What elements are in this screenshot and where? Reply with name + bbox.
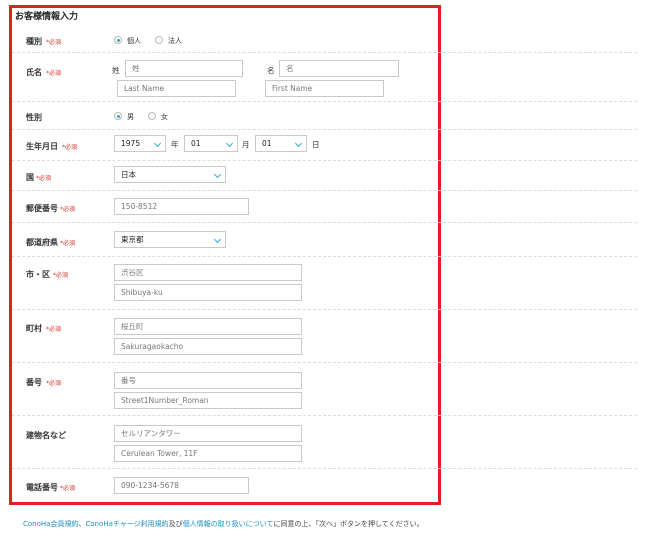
chevron-down-icon [294, 139, 303, 148]
country-value: 日本 [121, 170, 136, 179]
required-mark: *必須 [60, 240, 76, 247]
building-label: 建物名など [26, 431, 66, 440]
row-country: 国 *必須 日本 [12, 161, 637, 191]
chevron-down-icon [213, 170, 222, 179]
link-member-terms[interactable]: ConoHa会員規約 [23, 520, 78, 528]
town-input[interactable]: 桜丘町 [114, 318, 302, 335]
row-postal: 郵便番号 *必須 150-8512 [12, 191, 637, 223]
required-mark: *必須 [46, 70, 62, 77]
mei-input[interactable]: 名 [279, 60, 399, 77]
last-name-input[interactable]: Last Name [117, 80, 236, 97]
birth-year-value: 1975 [121, 139, 141, 148]
type-label: 種別 [26, 37, 42, 46]
radio-individual-label: 個人 [127, 37, 141, 45]
chevron-down-icon [213, 235, 222, 244]
required-mark: *必須 [46, 380, 62, 387]
row-town: 町村 *必須 桜丘町 Sakuragaokacho [12, 310, 637, 363]
row-gender: 性別 男 女 [12, 102, 637, 130]
section-title: お客様情報入力 [15, 12, 79, 22]
required-mark: *必須 [60, 485, 76, 492]
row-type: 種別 *必須 個人 法人 [12, 26, 637, 53]
terms-agreement-text: ConoHa会員規約、ConoHaチャージ利用規約及び個人情報の取り扱いについて… [23, 519, 424, 529]
chevron-down-icon [153, 139, 162, 148]
radio-male-label: 男 [127, 113, 134, 121]
city-label: 市・区 [26, 270, 50, 279]
prefecture-label: 都道府県 [26, 238, 58, 247]
radio-individual[interactable] [114, 36, 122, 44]
radio-female[interactable] [148, 112, 156, 120]
day-unit: 日 [312, 140, 320, 149]
required-mark: *必須 [46, 39, 62, 46]
radio-corporate[interactable] [155, 36, 163, 44]
row-prefecture: 都道府県 *必須 東京都 [12, 223, 637, 257]
row-building: 建物名など セルリアンタワー Cerulean Tower, 11F [12, 416, 637, 469]
city-input[interactable]: 渋谷区 [114, 264, 302, 281]
street-input[interactable]: 番号 [114, 372, 302, 389]
month-unit: 月 [242, 140, 250, 149]
terms-instruction: に同意の上、「次へ」ボタンを押してください。 [273, 520, 424, 528]
chevron-down-icon [225, 139, 234, 148]
town-label: 町村 [26, 324, 42, 333]
building-roman-input[interactable]: Cerulean Tower, 11F [114, 445, 302, 462]
required-mark: *必須 [60, 206, 76, 213]
row-name: 氏名 *必須 姓 姓 名 名 Last Name First Name [12, 53, 637, 102]
country-label: 国 [26, 173, 34, 182]
radio-corporate-label: 法人 [168, 37, 182, 45]
radio-male[interactable] [114, 112, 122, 120]
building-input[interactable]: セルリアンタワー [114, 425, 302, 442]
sei-input[interactable]: 姓 [125, 60, 243, 77]
postal-input[interactable]: 150-8512 [114, 198, 249, 215]
required-mark: *必須 [53, 272, 69, 279]
required-mark: *必須 [62, 144, 78, 151]
required-mark: *必須 [46, 326, 62, 333]
prefecture-select[interactable]: 東京都 [114, 231, 226, 248]
link-privacy-policy[interactable]: 個人情報の取り扱いについて [183, 520, 274, 528]
prefecture-value: 東京都 [121, 235, 144, 244]
country-select[interactable]: 日本 [114, 166, 226, 183]
birth-year-select[interactable]: 1975 [114, 135, 166, 152]
radio-female-label: 女 [161, 113, 168, 121]
first-name-input[interactable]: First Name [265, 80, 384, 97]
year-unit: 年 [171, 140, 179, 149]
city-roman-input[interactable]: Shibuya-ku [114, 284, 302, 301]
link-charge-terms[interactable]: ConoHaチャージ利用規約 [85, 520, 168, 528]
row-birthdate: 生年月日 *必須 1975 年 01 月 01 日 [12, 130, 637, 161]
birth-month-value: 01 [191, 139, 201, 148]
row-street: 番号 *必須 番号 Street1Number_Roman [12, 363, 637, 416]
terms-conjunction: 及び [168, 520, 183, 528]
phone-label: 電話番号 [26, 483, 58, 492]
row-city: 市・区 *必須 渋谷区 Shibuya-ku [12, 257, 637, 310]
gender-label: 性別 [26, 113, 42, 122]
birth-day-value: 01 [262, 139, 272, 148]
phone-input[interactable]: 090-1234-5678 [114, 477, 249, 494]
sei-label: 姓 [112, 66, 120, 75]
row-phone: 電話番号 *必須 090-1234-5678 [12, 469, 637, 501]
street-label: 番号 [26, 378, 42, 387]
birth-day-select[interactable]: 01 [255, 135, 307, 152]
town-roman-input[interactable]: Sakuragaokacho [114, 338, 302, 355]
birth-month-select[interactable]: 01 [184, 135, 238, 152]
street-roman-input[interactable]: Street1Number_Roman [114, 392, 302, 409]
required-mark: *必須 [36, 175, 52, 182]
birthdate-label: 生年月日 [26, 142, 58, 151]
mei-label: 名 [267, 66, 275, 75]
postal-label: 郵便番号 [26, 204, 58, 213]
name-label: 氏名 [26, 68, 42, 77]
